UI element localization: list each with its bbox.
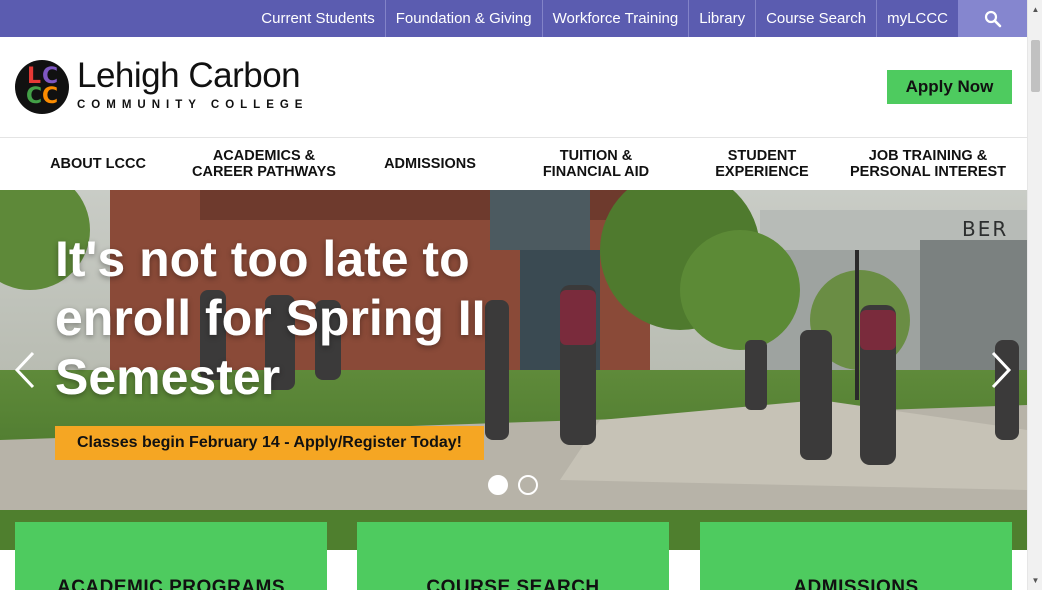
search-icon [984,10,1001,27]
scroll-down-arrow-icon[interactable]: ▼ [1028,573,1042,588]
card-admissions[interactable]: ADMISSIONS [700,522,1012,590]
nav-job-line2: PERSONAL INTEREST [849,164,1007,180]
nav-student-experience[interactable]: STUDENT EXPERIENCE [679,138,845,190]
chevron-right-icon [991,351,1012,389]
college-name[interactable]: Lehigh Carbon [77,57,301,95]
util-link-course-search[interactable]: Course Search [755,0,876,37]
nav-job-label: JOB TRAINING & PERSONAL INTEREST [850,148,1006,180]
utility-links: Current Students Foundation & Giving Wor… [251,0,958,37]
nav-tuition-line2: FINANCIAL AID [542,164,650,180]
carousel-prev-button[interactable] [10,350,40,390]
carousel-dot-2[interactable] [518,475,538,495]
page-scrollbar[interactable]: ▲ ▼ [1027,0,1042,590]
main-nav: ABOUT LCCC ACADEMICS & CAREER PATHWAYS A… [15,138,1027,190]
utility-bar: Current Students Foundation & Giving Wor… [0,0,1027,37]
nav-student-line2: EXPERIENCE [715,164,809,180]
hero-carousel: BER It's not too late to enroll for Spri… [0,190,1027,550]
hero-title: It's not too late to enroll for Spring I… [55,231,486,405]
nav-academics-label: ACADEMICS & CAREER PATHWAYS [192,148,336,180]
carousel-dot-1[interactable] [488,475,508,495]
card-course-search-label: COURSE SEARCH [426,577,600,590]
nav-about-label: ABOUT LCCC [50,156,146,172]
nav-tuition-label: TUITION & FINANCIAL AID [543,148,649,180]
search-button[interactable] [958,0,1027,37]
college-subtitle: COMMUNITY COLLEGE [77,99,309,111]
logo-letter-c2: C [26,84,43,109]
nav-academics-line2: CAREER PATHWAYS [192,164,336,180]
nav-tuition[interactable]: TUITION & FINANCIAL AID [513,138,679,190]
nav-admissions-line1: ADMISSIONS [384,156,476,172]
card-academic-programs-label: ACADEMIC PROGRAMS [56,577,286,590]
nav-academics[interactable]: ACADEMICS & CAREER PATHWAYS [181,138,347,190]
scrollbar-thumb[interactable] [1031,40,1040,92]
util-link-mylccc[interactable]: myLCCC [876,0,958,37]
card-admissions-label: ADMISSIONS [793,577,919,590]
carousel-dots [488,475,548,495]
carousel-next-button[interactable] [986,350,1016,390]
util-link-current-students[interactable]: Current Students [251,0,384,37]
site-header: L C C C Lehigh Carbon COMMUNITY COLLEGE … [0,37,1027,138]
card-course-search[interactable]: COURSE SEARCH [357,522,669,590]
nav-admissions-label: ADMISSIONS [384,156,476,172]
chevron-left-icon [14,351,35,389]
util-link-library[interactable]: Library [688,0,755,37]
nav-admissions[interactable]: ADMISSIONS [347,138,513,190]
nav-student-line1: STUDENT [727,148,797,164]
nav-about-lcc[interactable]: ABOUT LCCC [15,138,181,190]
nav-tuition-line1: TUITION & [559,148,633,164]
nav-about-line1: ABOUT LCCC [50,156,146,172]
nav-job-line1: JOB TRAINING & [868,148,988,164]
college-logo[interactable]: L C C C [15,60,69,114]
logo-letter-c3: C [42,84,59,109]
hero-cta-banner[interactable]: Classes begin February 14 - Apply/Regist… [55,426,484,460]
scroll-up-arrow-icon[interactable]: ▲ [1028,2,1042,17]
nav-academics-line1: ACADEMICS & [212,148,316,164]
util-link-foundation-giving[interactable]: Foundation & Giving [384,0,542,37]
nav-student-label: STUDENT EXPERIENCE [715,148,808,180]
util-link-workforce-training[interactable]: Workforce Training [541,0,689,37]
apply-now-button[interactable]: Apply Now [887,70,1012,104]
nav-job-training[interactable]: JOB TRAINING & PERSONAL INTEREST [845,138,1011,190]
building-sign-text: BER [962,217,1008,241]
card-academic-programs[interactable]: ACADEMIC PROGRAMS [15,522,327,590]
